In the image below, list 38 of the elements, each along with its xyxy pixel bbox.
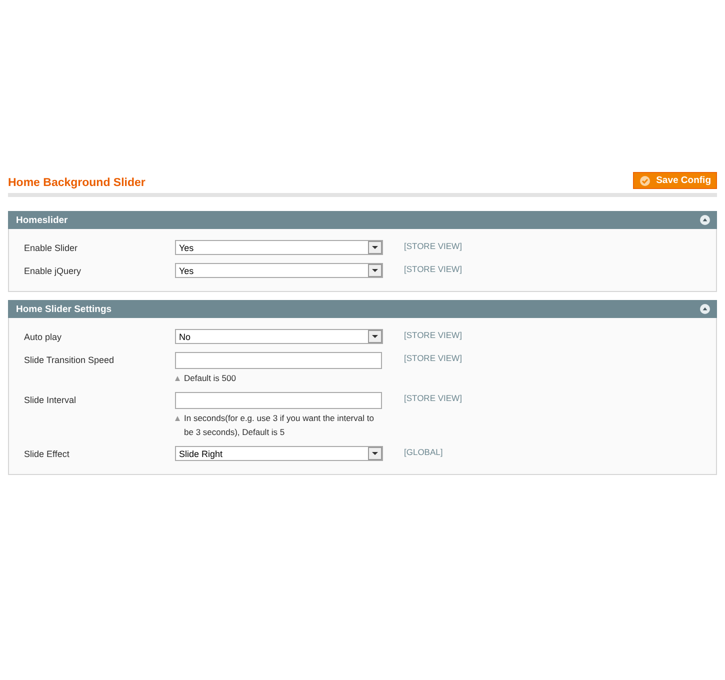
triangle-icon [175,416,180,421]
section-title: Home Slider Settings [16,304,112,314]
field-label: Slide Transition Speed [24,354,116,367]
dropdown-value: Slide Right [178,448,223,458]
section-title: Homeslider [16,214,68,226]
check-icon [640,176,650,186]
caret-icon [368,447,382,460]
input-field[interactable] [175,392,382,409]
field-label: Enable Slider [24,242,79,255]
dropdown-value: No [178,332,191,342]
caret-icon [368,264,382,277]
caret-icon [368,330,382,343]
scope-label: [STORE VIEW] [404,240,463,253]
field-label: Slide Effect [24,448,70,461]
collapse-icon[interactable] [700,215,710,225]
field-note: In seconds(for e.g. use 3 if you want the interval to be 3 seconds), Default is 5 [184,412,375,439]
section-header[interactable]: Home Slider Settings [8,300,717,318]
scope-label: [STORE VIEW] [404,263,463,276]
dropdown[interactable]: Yes [175,263,383,278]
triangle-icon [175,376,180,381]
section-header[interactable]: Homeslider [8,211,717,229]
collapse-icon[interactable] [700,304,710,314]
dropdown[interactable]: Yes [175,240,383,255]
scope-label: [STORE VIEW] [404,352,463,365]
field-label: Enable jQuery [24,265,82,278]
caret-icon [368,241,382,254]
dropdown[interactable]: Slide Right [175,446,383,461]
dropdown-value: Yes [178,242,194,252]
dropdown[interactable]: No [175,329,383,344]
field-label: Auto play [24,331,63,344]
scope-label: [STORE VIEW] [404,392,463,405]
input-field[interactable] [175,352,382,369]
scope-label: [GLOBAL] [404,446,444,459]
field-note: Default is 500 [184,372,237,385]
dropdown-value: Yes [178,266,194,276]
scope-label: [STORE VIEW] [404,329,463,342]
field-label: Slide Interval [24,394,78,407]
page-title: Home Background Slider [8,176,146,188]
